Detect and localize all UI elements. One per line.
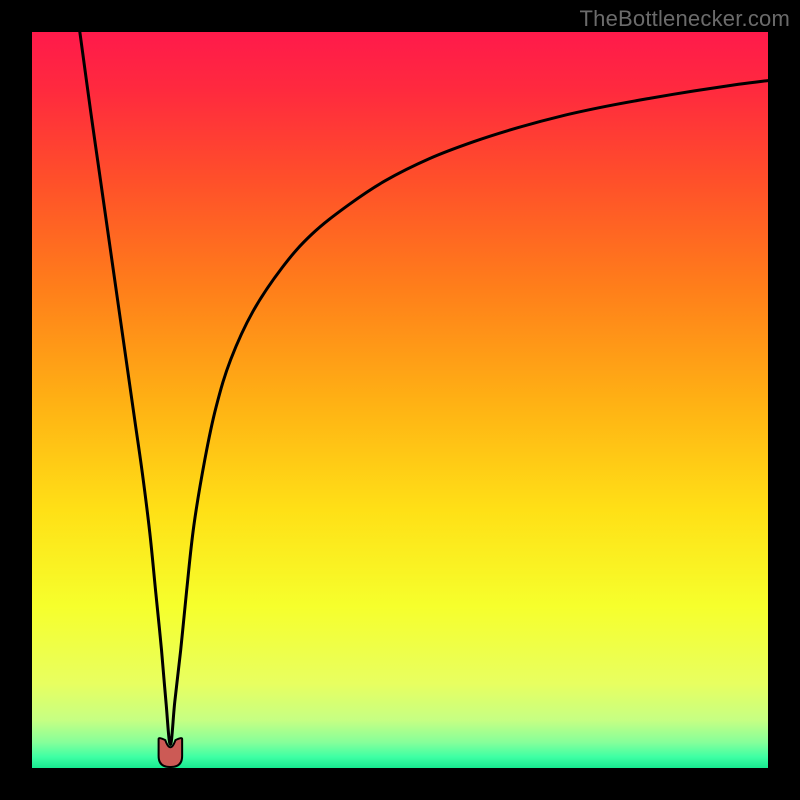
bottleneck-chart [32, 32, 768, 768]
plot-area [32, 32, 768, 768]
gradient-background [32, 32, 768, 768]
watermark-text: TheBottlenecker.com [580, 6, 790, 32]
chart-frame: TheBottlenecker.com [0, 0, 800, 800]
